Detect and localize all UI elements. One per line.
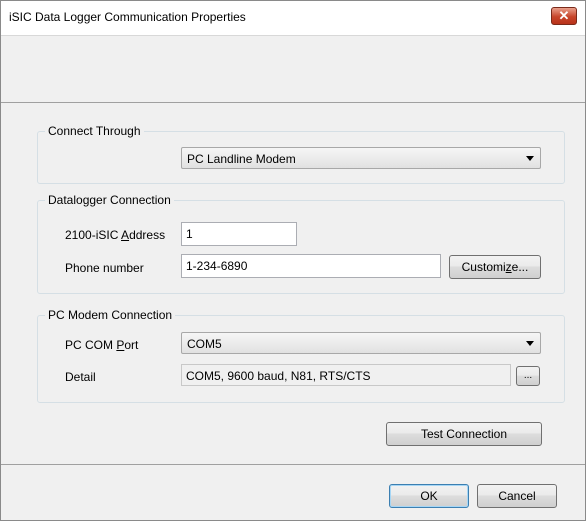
test-connection-button[interactable]: Test Connection: [386, 422, 542, 446]
chevron-down-icon: [526, 341, 534, 346]
com-port-value: COM5: [187, 337, 222, 351]
detail-value: COM5, 9600 baud, N81, RTS/CTS: [186, 369, 371, 383]
detail-field: COM5, 9600 baud, N81, RTS/CTS: [181, 364, 511, 386]
com-port-label-part: ort: [124, 338, 139, 352]
header-band: [1, 36, 585, 103]
address-label: 2100-iSIC Address: [65, 228, 165, 242]
footer-separator: [1, 464, 585, 465]
dialog-window: iSIC Data Logger Communication Propertie…: [0, 0, 586, 521]
com-port-label-part: PC COM: [65, 338, 117, 352]
phone-number-input[interactable]: [181, 254, 441, 278]
detail-label: Detail: [65, 370, 96, 384]
chevron-down-icon: [526, 156, 534, 161]
close-button[interactable]: ✕: [551, 7, 577, 25]
phone-number-label: Phone number: [65, 261, 144, 275]
connect-through-value: PC Landline Modem: [187, 152, 296, 166]
com-port-label: PC COM Port: [65, 338, 138, 352]
address-input[interactable]: [181, 222, 297, 246]
close-icon: ✕: [558, 8, 570, 23]
pc-modem-connection-group: [37, 315, 565, 403]
ok-button[interactable]: OK: [389, 484, 469, 508]
address-label-accesskey: A: [121, 228, 130, 242]
title-bar[interactable]: iSIC Data Logger Communication Propertie…: [1, 1, 585, 36]
datalogger-connection-group: [37, 200, 565, 294]
pc-modem-connection-group-label: PC Modem Connection: [45, 308, 176, 322]
detail-browse-button[interactable]: ...: [516, 366, 540, 386]
address-label-part: 2100-iSIC: [65, 228, 122, 242]
customize-label-part: e...: [511, 260, 529, 274]
connect-through-group-label: Connect Through: [45, 124, 144, 138]
address-label-part: ddress: [129, 228, 166, 242]
com-port-dropdown[interactable]: COM5: [181, 332, 541, 354]
datalogger-connection-group-label: Datalogger Connection: [45, 193, 174, 207]
window-title: iSIC Data Logger Communication Propertie…: [9, 10, 246, 24]
customize-label-part: Customi: [461, 260, 506, 274]
cancel-button[interactable]: Cancel: [477, 484, 557, 508]
customize-button[interactable]: Customize...: [449, 255, 541, 279]
connect-through-dropdown[interactable]: PC Landline Modem: [181, 147, 541, 169]
